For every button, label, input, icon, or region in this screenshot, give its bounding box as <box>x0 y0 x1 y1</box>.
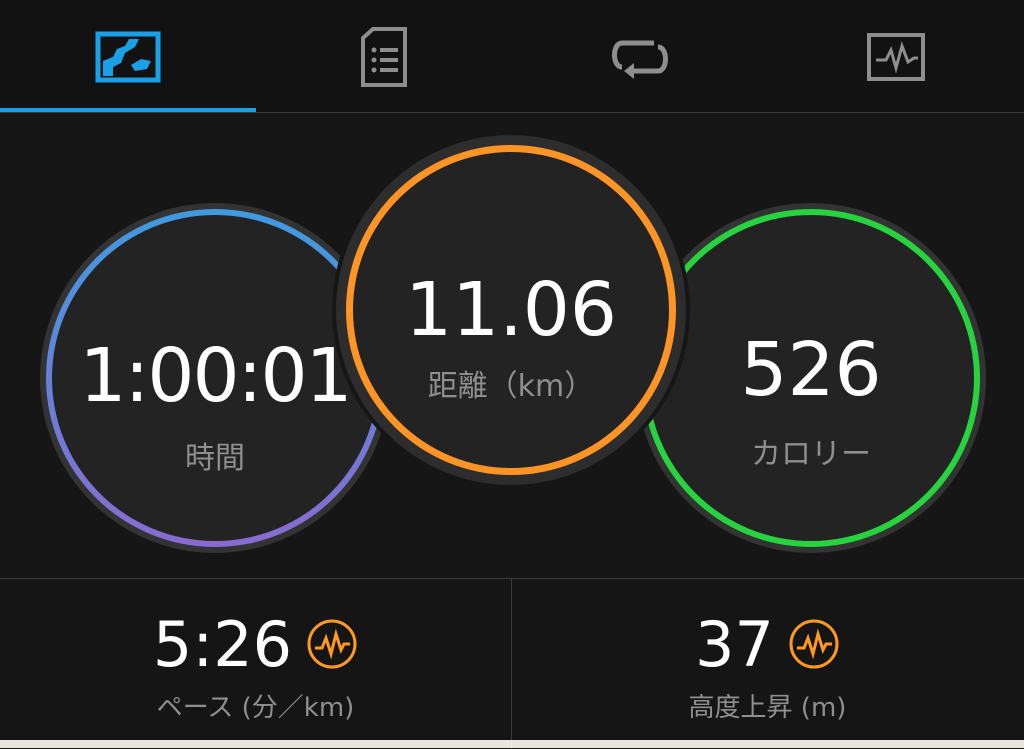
elevation-value: 37 <box>695 607 774 681</box>
elevation-stat[interactable]: 37 高度上昇 (m) <box>512 579 1023 749</box>
tab-graphs[interactable] <box>768 0 1024 113</box>
distance-label: 距離（km） <box>427 369 595 404</box>
pace-label: ペース (分／km) <box>156 693 355 723</box>
tab-map[interactable] <box>0 0 256 113</box>
document-list-icon <box>361 26 407 87</box>
pace-value: 5:26 <box>152 607 293 681</box>
tab-details[interactable] <box>256 0 512 113</box>
tab-bar <box>0 0 1024 113</box>
chart-pulse-icon[interactable] <box>306 618 358 670</box>
summary-rings: 1:00:01 時間 526 カロリー 11.06 距離（km） <box>0 113 1024 578</box>
graph-icon <box>867 32 925 81</box>
stats-panel: 5:26 ペース (分／km) 37 高度上昇 (m) <box>0 578 1024 749</box>
calories-label: カロリー <box>751 437 871 472</box>
pace-stat[interactable]: 5:26 ペース (分／km) <box>0 579 511 749</box>
time-label: 時間 <box>185 441 245 476</box>
map-peek-strip <box>0 740 1024 748</box>
distance-circle[interactable]: 11.06 距離（km） <box>336 135 686 485</box>
calories-circle[interactable]: 526 カロリー <box>636 203 986 553</box>
tab-laps[interactable] <box>512 0 768 113</box>
laps-repeat-icon <box>612 40 668 79</box>
map-icon <box>95 31 161 82</box>
distance-value: 11.06 <box>405 267 617 353</box>
elevation-label: 高度上昇 (m) <box>688 693 847 723</box>
chart-pulse-icon[interactable] <box>788 618 840 670</box>
calories-value: 526 <box>740 327 882 413</box>
